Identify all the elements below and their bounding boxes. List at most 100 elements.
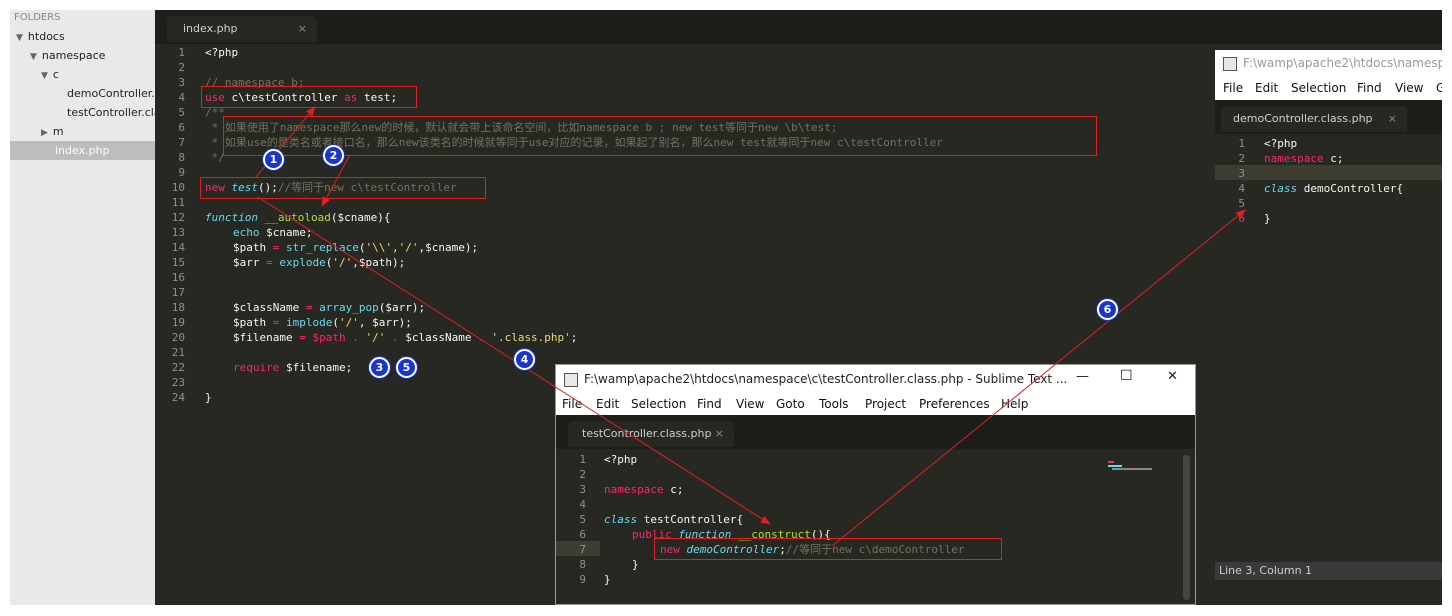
close-icon[interactable]: × xyxy=(715,421,724,447)
line-number: 5 xyxy=(579,513,586,526)
line-number: 5 xyxy=(178,106,185,119)
code-line: } xyxy=(205,391,212,404)
line-number: 8 xyxy=(579,558,586,571)
line-number: 1 xyxy=(579,453,586,466)
window-title-bar[interactable]: F:\wamp\apache2\htdocs\namespace\c\demoC… xyxy=(1215,50,1442,76)
line-number: 2 xyxy=(579,468,586,481)
window-title: F:\wamp\apache2\htdocs\namespace\c\demoC… xyxy=(1243,56,1442,70)
expanded-arrow-icon: ▼ xyxy=(16,33,23,43)
line-number: 8 xyxy=(178,151,185,164)
line-number: 3 xyxy=(1238,167,1245,180)
tab-testcontroller[interactable]: testController.class.php × xyxy=(568,421,734,447)
expanded-arrow-icon: ▼ xyxy=(41,71,48,81)
annotation-badge-5: 5 xyxy=(396,357,417,378)
code-line: class demoController{ xyxy=(1264,182,1404,195)
close-icon[interactable]: × xyxy=(298,16,307,42)
code-line: /** xyxy=(205,106,225,119)
code-line: public function __construct(){ xyxy=(632,528,831,541)
menu-edit[interactable]: Edit xyxy=(1255,76,1278,100)
code-line: echo $cname; xyxy=(233,226,313,239)
code-area[interactable]: <?php namespace c; class demoController{… xyxy=(1264,136,1442,536)
menu-tools[interactable]: Tools xyxy=(819,393,849,415)
code-area[interactable]: <?php namespace c; class testController{… xyxy=(604,452,1104,602)
window-tab-bar: testController.class.php × xyxy=(556,415,1195,449)
code-line: } xyxy=(632,558,639,571)
menu-project[interactable]: Project xyxy=(865,393,906,415)
line-number: 5 xyxy=(1238,197,1245,210)
tab-index-php[interactable]: index.php × xyxy=(167,16,317,42)
file-label: demoController.class.php xyxy=(67,87,155,100)
code-line: <?php xyxy=(1264,137,1298,150)
line-number: 19 xyxy=(171,316,185,329)
collapsed-arrow-icon: ▶ xyxy=(41,128,48,138)
folder-c[interactable]: ▼ c xyxy=(41,66,59,84)
line-number: 21 xyxy=(171,346,185,359)
menu-selection[interactable]: Selection xyxy=(1291,76,1346,100)
code-line: $filename = $path . '/' . $className . '… xyxy=(233,331,578,344)
code-line: <?php xyxy=(205,46,239,59)
line-gutter: 1 2 3 4 5 6 xyxy=(1215,136,1245,536)
menu-edit[interactable]: Edit xyxy=(596,393,619,415)
test-controller-window[interactable]: F:\wamp\apache2\htdocs\namespace\c\testC… xyxy=(555,364,1196,605)
line-number: 15 xyxy=(171,256,185,269)
tab-label: demoController.class.php xyxy=(1233,112,1373,125)
menu-goto[interactable]: Goto xyxy=(776,393,805,415)
line-number: 4 xyxy=(579,498,586,511)
menu-selection[interactable]: Selection xyxy=(631,393,686,415)
demo-controller-window[interactable]: F:\wamp\apache2\htdocs\namespace\c\demoC… xyxy=(1215,50,1442,580)
line-number: 4 xyxy=(1238,182,1245,195)
scrollbar[interactable] xyxy=(1183,455,1190,600)
folder-htdocs[interactable]: ▼ htdocs xyxy=(16,28,65,46)
window-title-bar[interactable]: F:\wamp\apache2\htdocs\namespace\c\testC… xyxy=(556,365,1195,393)
line-number: 7 xyxy=(579,543,586,556)
close-icon[interactable]: × xyxy=(1388,106,1397,132)
file-label: testController.class.php xyxy=(67,106,155,119)
menu-file[interactable]: File xyxy=(1223,76,1243,100)
maximize-icon[interactable]: ☐ xyxy=(1120,368,1133,384)
annotation-badge-4: 4 xyxy=(514,349,535,370)
menu-goto[interactable]: G xyxy=(1436,76,1442,100)
file-index[interactable]: index.php xyxy=(55,142,110,160)
menu-file[interactable]: File xyxy=(562,393,582,415)
window-tab-bar: demoController.class.php × xyxy=(1215,100,1442,134)
line-number: 12 xyxy=(171,211,185,224)
minimize-icon[interactable]: — xyxy=(1076,369,1089,384)
menu-find[interactable]: Find xyxy=(1357,76,1382,100)
menu-find[interactable]: Find xyxy=(697,393,722,415)
menu-preferences[interactable]: Preferences xyxy=(919,393,990,415)
menu-view[interactable]: View xyxy=(736,393,764,415)
code-line: new test();//等同于new c\testController xyxy=(205,181,457,194)
code-line: function __autoload($cname){ xyxy=(205,211,391,224)
menu-view[interactable]: View xyxy=(1395,76,1423,100)
line-number: 2 xyxy=(1238,152,1245,165)
tab-democontroller[interactable]: demoController.class.php × xyxy=(1221,106,1407,132)
close-window-icon[interactable]: ✕ xyxy=(1167,369,1178,384)
folder-label: c xyxy=(52,68,59,81)
line-number: 3 xyxy=(579,483,586,496)
folder-m[interactable]: ▶ m xyxy=(41,123,64,141)
line-number: 9 xyxy=(579,573,586,586)
code-line: */ xyxy=(205,151,225,164)
folder-namespace[interactable]: ▼ namespace xyxy=(30,47,105,65)
line-number: 22 xyxy=(171,361,185,374)
code-line: <?php xyxy=(604,453,638,466)
window-title: F:\wamp\apache2\htdocs\namespace\c\testC… xyxy=(584,372,1068,386)
line-number: 2 xyxy=(178,61,185,74)
minimap[interactable] xyxy=(1108,461,1168,473)
code-line: $path = implode('/', $arr); xyxy=(233,316,412,329)
file-label: index.php xyxy=(55,144,110,157)
file-testcontroller[interactable]: testController.class.php xyxy=(67,104,155,122)
line-number: 14 xyxy=(171,241,185,254)
menu-help[interactable]: Help xyxy=(1001,393,1028,415)
code-line: $arr = explode('/',$path); xyxy=(233,256,406,269)
line-number: 10 xyxy=(171,181,185,194)
file-democontroller[interactable]: demoController.class.php xyxy=(67,85,155,103)
code-line: class testController{ xyxy=(604,513,744,526)
line-number: 6 xyxy=(579,528,586,541)
code-line: use c\testController as test; xyxy=(205,91,398,104)
code-line: $className = array_pop($arr); xyxy=(233,301,426,314)
line-number: 13 xyxy=(171,226,185,239)
menu-bar: File Edit Selection Find View G xyxy=(1215,76,1442,100)
line-gutter: 1 2 3 4 5 6 7 8 9 10 11 12 13 14 15 16 17 18 19 20 21 22 23 24 xyxy=(155,45,185,605)
app-icon xyxy=(1223,57,1237,71)
